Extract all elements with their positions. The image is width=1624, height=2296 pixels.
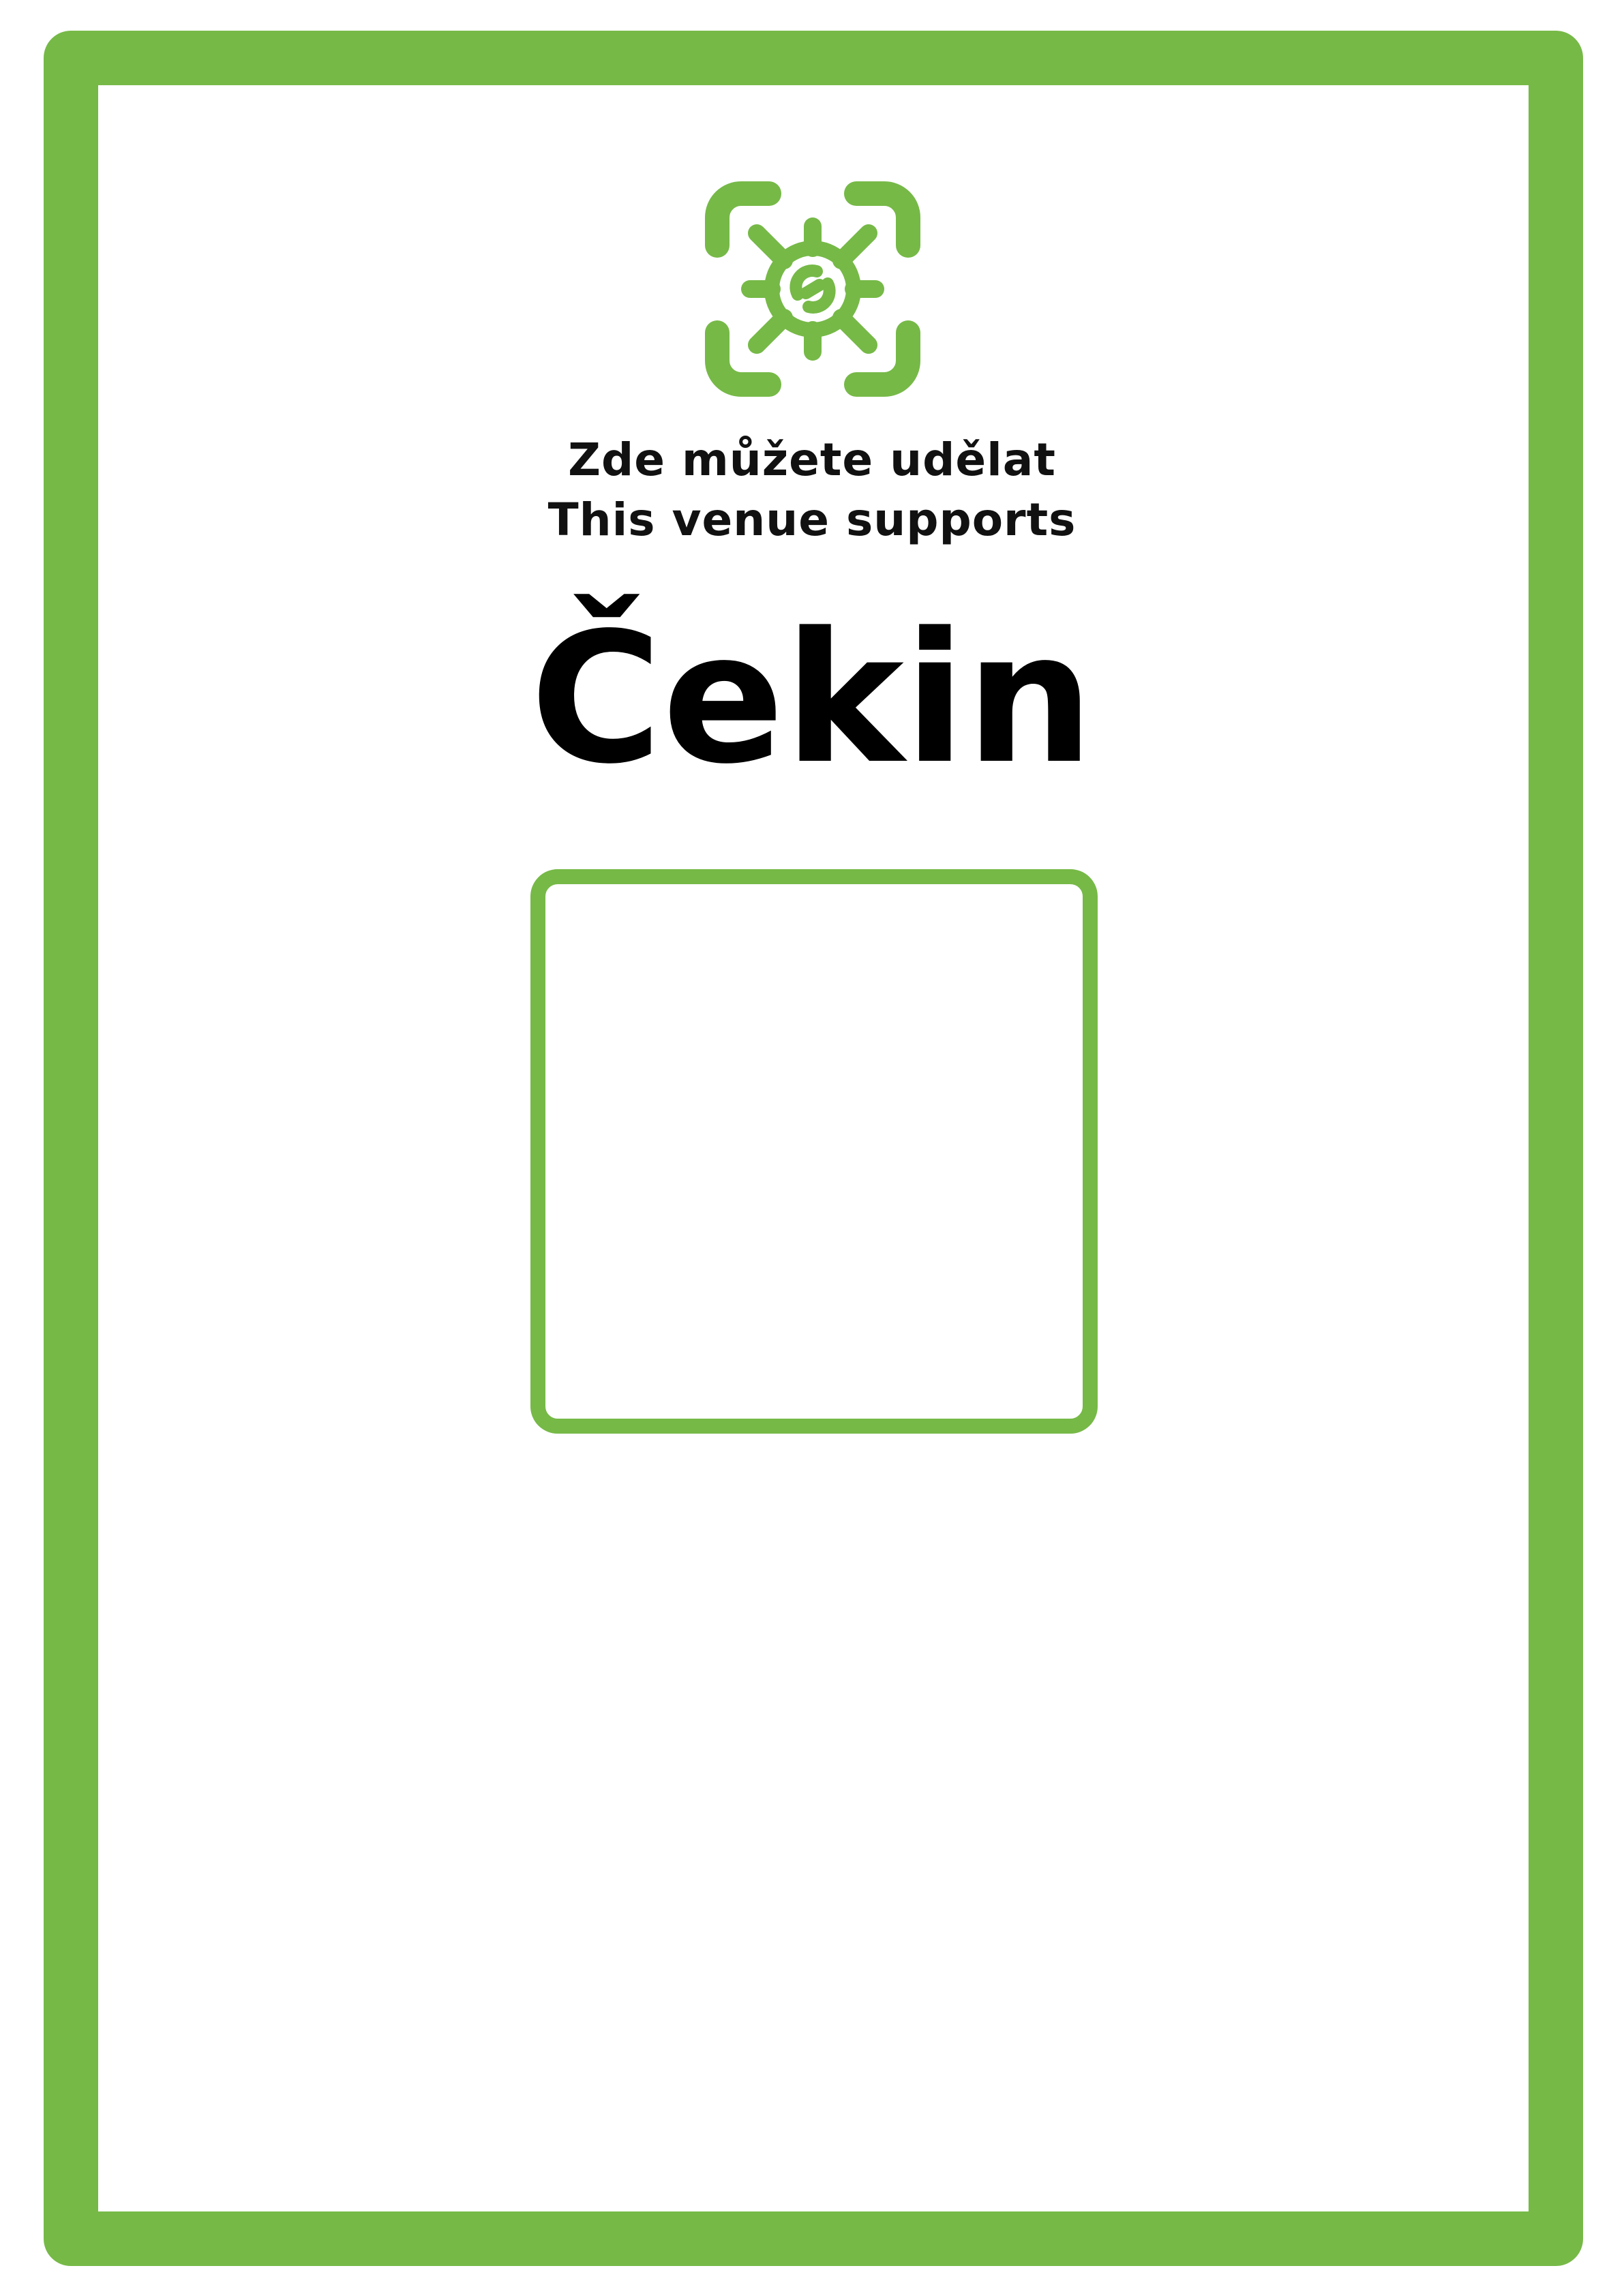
qr-code-placeholder xyxy=(530,869,1098,1434)
subtitle-english: This venue supports xyxy=(547,494,1077,546)
brand-name: Čekin xyxy=(530,594,1094,804)
virus-scan-icon xyxy=(705,181,920,397)
subtitle-czech: Zde můžete udělat xyxy=(568,434,1056,486)
